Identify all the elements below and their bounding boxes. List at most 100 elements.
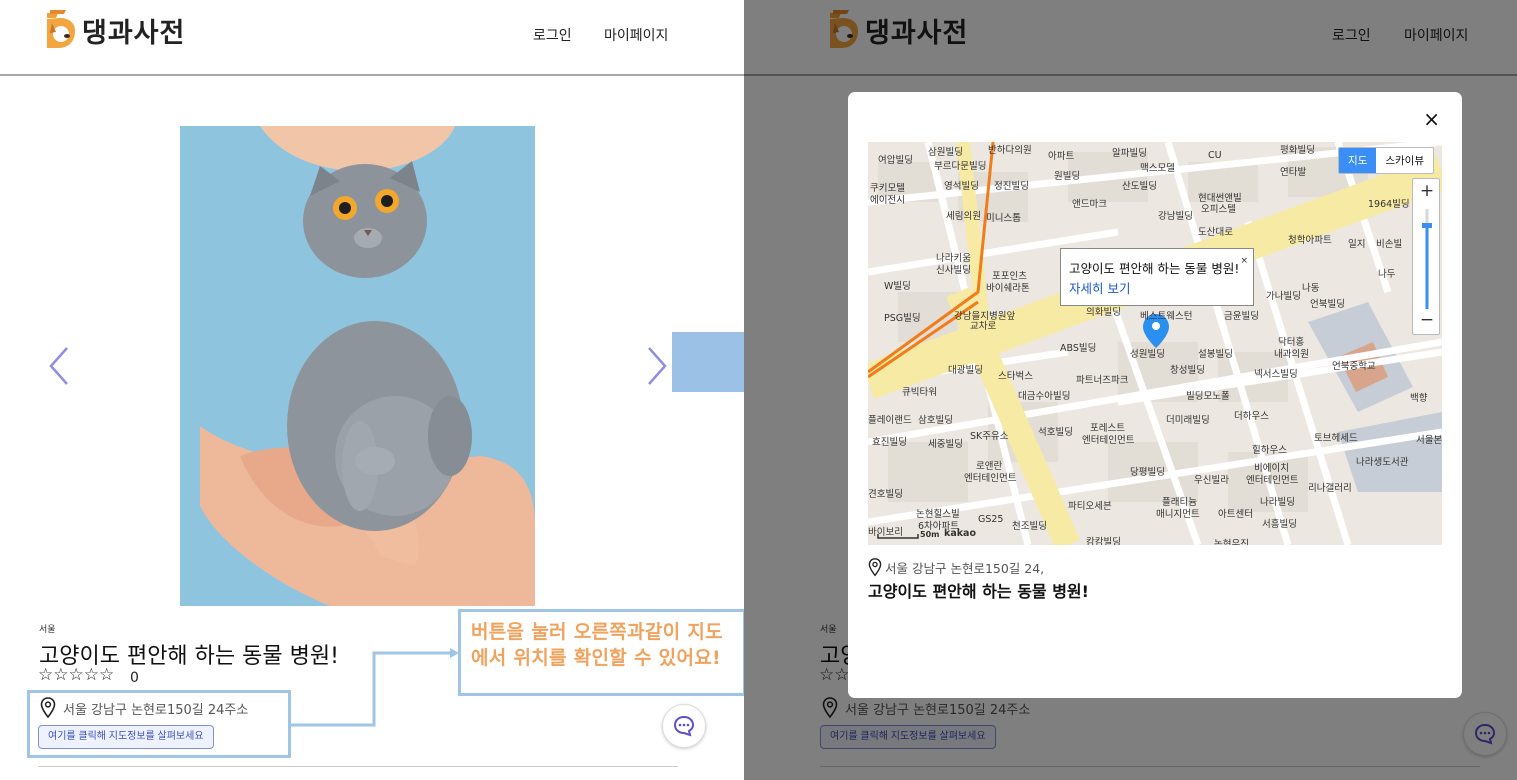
map-label: 교차로 <box>970 321 997 332</box>
map-label: 반하다의원 <box>988 145 1032 156</box>
map-label: 견호빌딩 <box>868 489 903 500</box>
map-label: CU <box>1208 150 1222 161</box>
map-label: 엔터테인먼트 <box>964 473 1017 484</box>
zoom-in-button[interactable]: + <box>1413 181 1441 201</box>
map-type-control: 지도 스카이뷰 <box>1338 147 1434 174</box>
map-roads <box>868 142 1442 545</box>
map-label: 세림의원 <box>946 211 981 222</box>
map-label: 넥서스빌딩 <box>1254 369 1298 380</box>
map-label: 연타발 <box>1280 167 1307 178</box>
map-label: 우신빌라 <box>1194 475 1229 486</box>
map-label: 삼호빌딩 <box>918 415 953 426</box>
map-label: 스타벅스 <box>998 371 1033 382</box>
info-window-close-button[interactable]: × <box>1240 251 1248 271</box>
annotation-connector <box>290 648 459 727</box>
map-label: 리나갤러리 <box>1308 483 1352 494</box>
map-label: 앤드마크 <box>1072 199 1107 210</box>
map-label: 신사빌딩 <box>936 265 971 276</box>
chat-bubble-icon <box>673 715 695 737</box>
map-label: 부르다문빌딩 <box>934 161 987 172</box>
login-link[interactable]: 로그인 <box>533 25 572 45</box>
map-label: 플레이랜드 <box>868 415 912 426</box>
map-label: 당평빌딩 <box>1130 467 1165 478</box>
kakao-logo: kakao <box>944 528 976 539</box>
map-label: 언북중학교 <box>1332 361 1376 372</box>
map-label: 바이보리 <box>868 527 903 538</box>
map-label: 미니스톱 <box>986 213 1021 224</box>
map-label: 아파트 <box>1048 151 1075 162</box>
map-info-window: × 고양이도 편안해 하는 동물 병원! 자세히 보기 <box>1060 248 1254 306</box>
dog-logo-icon <box>44 9 76 51</box>
map-label: 대광빌딩 <box>948 365 983 376</box>
listing-page: 댕과사전 로그인 마이페이지 서울 고양이도 편안해 하는 동물 병원! ☆☆☆… <box>0 0 744 780</box>
map-label: 내과의원 <box>1274 349 1309 360</box>
map-label: 창성빌딩 <box>1170 365 1205 376</box>
map-label: 산도빌딩 <box>1122 181 1157 192</box>
info-window-title: 고양이도 편안해 하는 동물 병원! <box>1069 261 1240 276</box>
map-label: 빌딩모노폴 <box>1186 391 1230 402</box>
map-label: 설봉빌딩 <box>1198 349 1233 360</box>
map-label: 정진빌딩 <box>994 181 1029 192</box>
map-label: 청학아파트 <box>1288 235 1332 246</box>
prev-arrow-icon[interactable] <box>48 346 70 386</box>
zoom-control: + − <box>1412 178 1440 335</box>
modal-close-button[interactable]: × <box>1423 108 1440 130</box>
map-scale-label: 50m <box>920 530 940 539</box>
map-label: 더하우스 <box>1234 411 1269 422</box>
mypage-link[interactable]: 마이페이지 <box>604 25 668 45</box>
map-label: 에이전시 <box>870 195 905 206</box>
modal-title: 고양이도 편안해 하는 동물 병원! <box>868 582 1089 601</box>
map-label: 파티오세븐 <box>1068 501 1112 512</box>
map-label: ABS빌딩 <box>1060 343 1097 354</box>
map-label: 나동 <box>1302 283 1320 294</box>
map-label: 서울본 <box>1416 435 1442 446</box>
map-type-skyview-button[interactable]: 스카이뷰 <box>1376 148 1433 173</box>
listing-photo <box>180 126 535 606</box>
map-label: 나라빌딩 <box>1260 497 1295 508</box>
map-label: 더미래빌딩 <box>1166 415 1210 426</box>
map-label: 베스트웨스턴 <box>1140 311 1193 322</box>
next-arrow-icon[interactable] <box>646 346 668 386</box>
map-label: 매니지먼트 <box>1156 509 1200 520</box>
map-label: 여압빌딩 <box>878 155 913 166</box>
modal-address-row: 서울 강남구 논현로150길 24, <box>868 558 1044 577</box>
map-label: 가나빌딩 <box>1266 291 1301 302</box>
modal-address-text: 서울 강남구 논현로150길 24, <box>885 561 1045 576</box>
map-label: 서흥빌딩 <box>1262 519 1297 530</box>
map-label: 효진빌딩 <box>872 437 907 448</box>
map-label: 엔터테인먼트 <box>1082 435 1135 446</box>
region-label: 서울 <box>39 625 56 635</box>
map-label: SK주유소 <box>970 431 1009 442</box>
map-label: 힐하우스 <box>1252 445 1287 456</box>
map-view[interactable]: 삼원빌딩 반하다의원 알파빌딩 평화빌딩 여압빌딩 부르다문빌딩 아파트 맥스모… <box>868 142 1442 545</box>
map-label: 삼원빌딩 <box>928 147 963 158</box>
address-highlight-box <box>27 690 291 758</box>
map-label: 세중빌딩 <box>928 439 963 450</box>
location-pin-icon <box>868 558 882 577</box>
annotation-note: 버튼을 눌러 오른쪽과같이 지도에서 위치를 확인할 수 있어요! <box>458 609 744 696</box>
map-label: 비손빌 <box>1376 239 1403 250</box>
chat-button[interactable] <box>662 704 706 748</box>
map-label: 일지 <box>1348 239 1366 250</box>
map-label: 원빌딩 <box>1054 171 1081 182</box>
rating-stars[interactable]: ☆☆☆☆☆ <box>38 665 114 685</box>
map-label: 엔터테인먼트 <box>1246 475 1299 486</box>
map-label: 큐빅타워 <box>902 387 937 398</box>
info-window-detail-link[interactable]: 자세히 보기 <box>1069 279 1245 299</box>
brand-logo[interactable]: 댕과사전 <box>44 9 185 51</box>
brand-name: 댕과사전 <box>82 17 186 49</box>
map-label: 언북빌딩 <box>1310 299 1345 310</box>
map-label: GS25 <box>978 514 1004 525</box>
map-label: 천조빌딩 <box>1012 521 1047 532</box>
map-type-roadmap-button[interactable]: 지도 <box>1339 148 1377 173</box>
zoom-slider[interactable] <box>1422 209 1432 309</box>
zoom-out-button[interactable]: − <box>1413 310 1441 330</box>
map-label: 1964빌딩 <box>1368 199 1410 210</box>
map-label: 토브헤세드 <box>1314 433 1358 444</box>
map-label: 오피스텔 <box>1201 204 1236 215</box>
map-label: 석호빌딩 <box>1038 427 1073 438</box>
map-label: 논현우진 <box>1214 539 1249 545</box>
map-label: 백향 <box>1410 393 1428 404</box>
map-label: 의화빌딩 <box>1086 307 1121 318</box>
map-label: 영석빌딩 <box>944 181 979 192</box>
